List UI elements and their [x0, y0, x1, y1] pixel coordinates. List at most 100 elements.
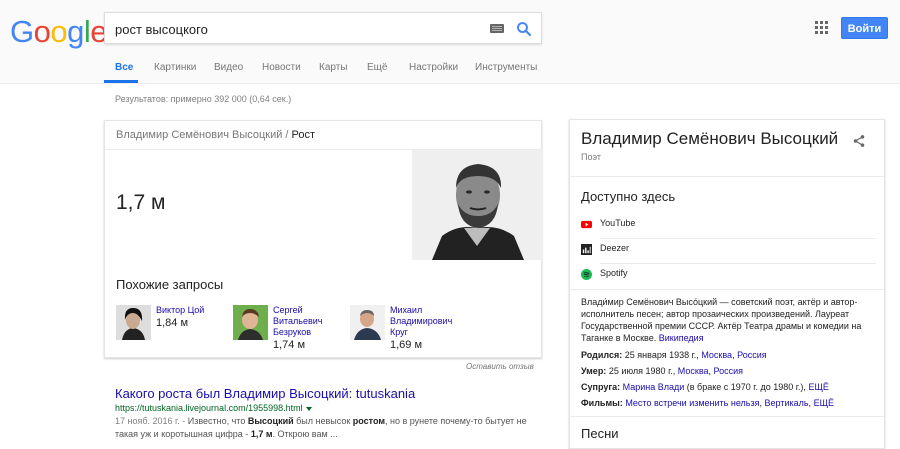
kp-description: Влади́мир Семёнович Высо́цкий — советски… — [581, 296, 875, 344]
snippet-highlight: Высоцкий — [247, 416, 294, 426]
spotify-icon — [581, 269, 592, 280]
logo-letter: G — [10, 14, 34, 49]
kp-title: Владимир Семёнович Высоцкий — [581, 129, 839, 148]
divider — [570, 416, 886, 417]
divider — [600, 238, 876, 239]
entity-photo[interactable] — [412, 150, 543, 260]
fact-link[interactable]: Марина Влади — [623, 382, 685, 392]
related-thumbnail[interactable] — [116, 305, 151, 340]
answer-attribute: Рост — [291, 129, 315, 141]
result-snippet: 17 нояб. 2016 г. - Известно, что Высоцки… — [115, 415, 545, 441]
result-title-link[interactable]: Какого роста был Владимир Высоцкий: tutu… — [115, 386, 545, 401]
search-icon[interactable] — [515, 20, 533, 38]
search-input[interactable] — [115, 19, 475, 39]
header: Google Войти Все Картинки Видео Новости … — [0, 0, 900, 84]
service-label: Deezer — [600, 243, 630, 253]
related-thumbnail[interactable] — [350, 305, 385, 340]
fact-died: Умер: 25 июля 1980 г., Москва, Россия — [581, 366, 743, 376]
results-count: Результатов: примерно 392 000 (0,64 сек.… — [115, 94, 292, 104]
service-deezer[interactable]: Deezer — [581, 241, 876, 264]
fact-link[interactable]: Россия — [714, 366, 744, 376]
breadcrumb-separator: / — [285, 129, 289, 141]
related-height: 1,74 м — [273, 339, 306, 351]
fact-label: Умер: — [581, 366, 607, 376]
available-on-title: Доступно здесь — [581, 189, 676, 204]
apps-grid-icon[interactable] — [815, 21, 829, 35]
keyboard-icon[interactable] — [490, 24, 504, 33]
divider — [570, 176, 886, 177]
knowledge-panel: Владимир Семёнович Высоцкий Поэт Доступн… — [569, 119, 886, 449]
fact-value: 25 января 1938 г., — [624, 350, 699, 360]
snippet-highlight: 1,7 м — [250, 429, 273, 439]
service-spotify[interactable]: Spotify — [581, 266, 875, 286]
youtube-icon — [581, 220, 592, 229]
fact-separator: , — [708, 366, 712, 376]
google-logo[interactable]: Google — [10, 14, 108, 50]
related-height: 1,69 м — [390, 339, 423, 351]
snippet-highlight: ростом — [352, 416, 386, 426]
service-youtube[interactable]: YouTube — [581, 216, 876, 239]
tab-maps[interactable]: Карты — [319, 62, 348, 73]
related-name[interactable]: Сергей Витальевич Безруков — [273, 305, 343, 338]
fact-link[interactable]: Вертикаль — [765, 398, 809, 408]
tab-more[interactable]: Ещё — [367, 62, 387, 73]
answer-value: 1,7 м — [116, 191, 166, 214]
fact-label: Родился: — [581, 350, 623, 360]
fact-films: Фильмы: Место встречи изменить нельзя, В… — [581, 398, 834, 408]
fact-link[interactable]: Место встречи изменить нельзя — [625, 398, 759, 408]
logo-letter: o — [33, 14, 51, 49]
related-photo — [116, 305, 151, 340]
related-name[interactable]: Виктор Цой — [156, 305, 226, 316]
fact-more-link[interactable]: ЕЩЁ — [808, 382, 828, 392]
fact-value: (в браке с 1970 г. до 1980 г.), — [686, 382, 806, 392]
related-photo — [350, 305, 385, 340]
fact-value: 25 июля 1980 г., — [608, 366, 676, 376]
tab-images[interactable]: Картинки — [154, 62, 196, 73]
divider — [570, 289, 886, 290]
related-height: 1,84 м — [156, 317, 189, 329]
snippet-text: . Открою вам ... — [272, 429, 338, 439]
share-icon[interactable] — [852, 134, 866, 148]
snippet-text: Известно, что — [185, 416, 248, 426]
kp-subtitle: Поэт — [581, 152, 601, 162]
related-name[interactable]: Михаил Владимирович Круг — [390, 305, 460, 338]
tab-news[interactable]: Новости — [262, 62, 301, 73]
result-url: https://tutuskania.livejournal.com/19559… — [115, 403, 545, 413]
fact-spouse: Супруга: Марина Влади (в браке с 1970 г.… — [581, 382, 829, 392]
fact-separator: , — [732, 350, 735, 360]
result-date: 17 нояб. 2016 г. - — [115, 416, 186, 426]
search-box — [104, 12, 542, 44]
wikipedia-link[interactable]: Википедия — [659, 333, 704, 343]
fact-born: Родился: 25 января 1938 г., Москва, Росс… — [581, 350, 767, 360]
related-photo — [233, 305, 268, 340]
fact-label: Фильмы: — [581, 398, 623, 408]
feedback-link[interactable]: Оставить отзыв — [466, 362, 534, 371]
fact-link[interactable]: Москва — [678, 366, 709, 376]
snippet-text: был невысок — [293, 416, 353, 426]
portrait-image — [412, 150, 543, 260]
service-label: YouTube — [600, 218, 636, 228]
fact-link[interactable]: Россия — [737, 350, 767, 360]
answer-entity[interactable]: Владимир Семёнович Высоцкий — [116, 129, 282, 141]
related-thumbnail[interactable] — [233, 305, 268, 340]
answer-breadcrumb: Владимир Семёнович Высоцкий / Рост — [116, 129, 315, 141]
result-url-text: https://tutuskania.livejournal.com/19559… — [115, 403, 303, 413]
related-item[interactable]: Сергей Витальевич Безруков 1,74 м — [233, 305, 343, 351]
signin-button[interactable]: Войти — [841, 17, 888, 39]
chevron-down-icon[interactable] — [305, 406, 312, 411]
tab-all[interactable]: Все — [115, 62, 133, 73]
tab-settings[interactable]: Настройки — [409, 62, 458, 73]
active-tab-indicator — [104, 80, 138, 83]
answer-card: Владимир Семёнович Высоцкий / Рост 1,7 м П… — [104, 120, 543, 358]
fact-label: Супруга: — [581, 382, 621, 392]
service-label: Spotify — [600, 268, 628, 278]
tab-video[interactable]: Видео — [214, 62, 243, 73]
logo-letter: o — [50, 14, 68, 49]
related-item[interactable]: Михаил Владимирович Круг 1,69 м — [350, 305, 460, 351]
fact-separator: , — [808, 398, 812, 408]
search-result: Какого роста был Владимир Высоцкий: tutu… — [115, 386, 545, 441]
fact-more-link[interactable]: ЕЩЁ — [814, 398, 834, 408]
tab-tools[interactable]: Инструменты — [475, 62, 537, 73]
fact-link[interactable]: Москва — [701, 350, 732, 360]
related-item[interactable]: Виктор Цой 1,84 м — [116, 305, 226, 347]
